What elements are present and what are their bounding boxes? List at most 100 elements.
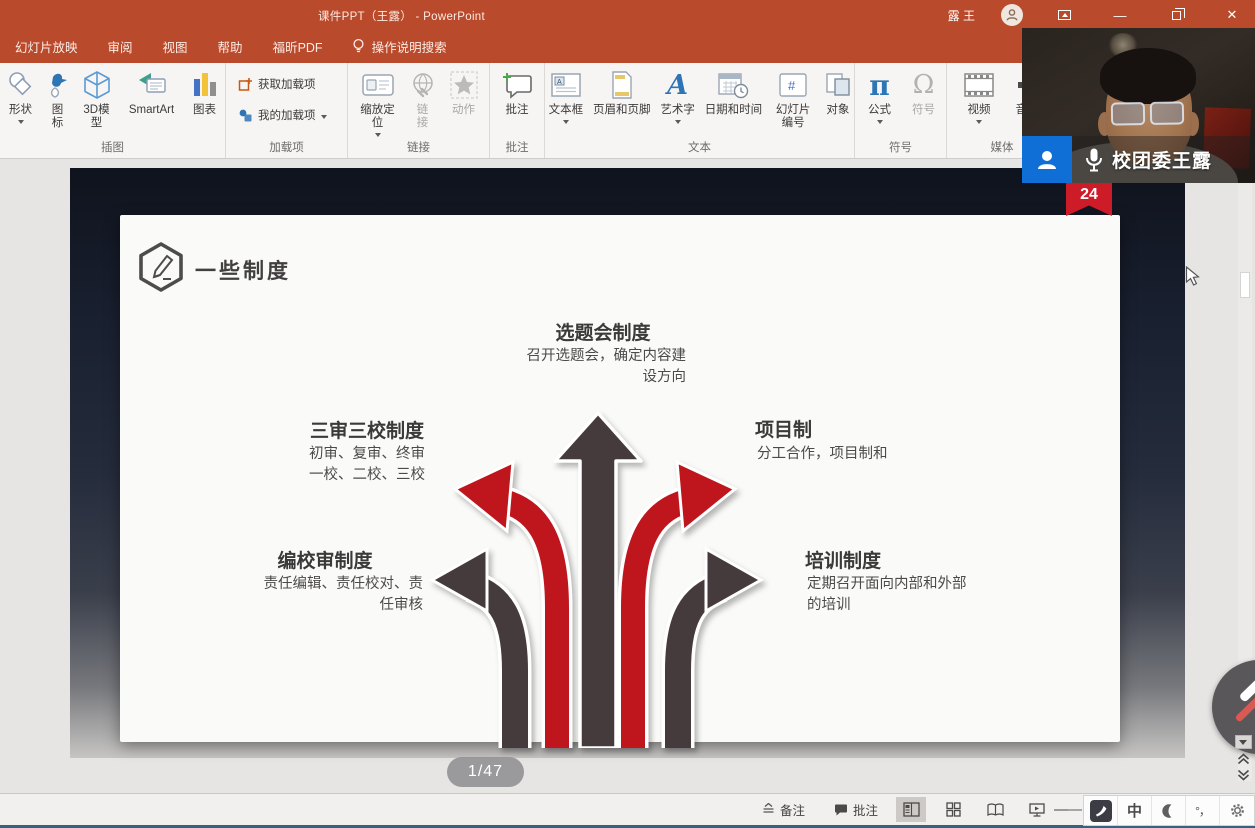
zoom-out-button[interactable]: — — [1054, 794, 1069, 825]
node-title: 选题会制度 — [505, 318, 701, 345]
participant-tile-button[interactable] — [1022, 136, 1072, 183]
notes-toggle[interactable]: 备注 — [762, 794, 805, 825]
ime-language-button[interactable]: 中 — [1118, 796, 1152, 825]
microphone-icon[interactable] — [1084, 147, 1104, 173]
previous-slide-button[interactable] — [1237, 753, 1250, 765]
ime-logo-button[interactable] — [1084, 796, 1118, 825]
tab-slideshow[interactable]: 幻灯片放映 — [0, 30, 93, 63]
dropdown-icon — [976, 120, 982, 124]
group-label-symbols: 符号 — [855, 139, 946, 155]
node-title: 培训制度 — [805, 546, 1025, 573]
textbox-icon: A — [550, 68, 582, 102]
shapes-icon — [6, 68, 36, 102]
restore-icon — [1172, 11, 1181, 20]
slide-content-panel[interactable]: 一些制度 — [120, 215, 1120, 742]
ime-fullwidth-button[interactable] — [1152, 796, 1186, 825]
tab-help[interactable]: 帮助 — [203, 30, 258, 63]
node-training-desc: 定期召开面向内部和外部的培训 — [807, 574, 1027, 616]
object-icon — [824, 68, 852, 102]
zoom-slider[interactable] — [1068, 809, 1082, 811]
dropdown-icon — [321, 115, 327, 119]
group-label-comments: 批注 — [490, 139, 544, 155]
get-addins-button[interactable]: 获取加载项 — [238, 73, 316, 95]
webcam-overlay[interactable]: 校团委王露 — [1022, 28, 1255, 183]
triangle-down-icon — [1239, 740, 1247, 745]
tab-review[interactable]: 审阅 — [93, 30, 148, 63]
ribbon-display-options-button[interactable] — [1049, 2, 1079, 28]
powerpoint-window: 课件PPT（王露） - PowerPoint 露 王 — ✕ 幻灯片放映 审阅 … — [0, 0, 1255, 828]
dropdown-icon — [375, 133, 381, 137]
participant-icon — [1034, 147, 1060, 173]
node-project-system[interactable]: 项目制 — [755, 415, 975, 442]
dropdown-icon — [675, 120, 681, 124]
title-bar: 课件PPT（王露） - PowerPoint 露 王 — ✕ — [0, 0, 1255, 30]
group-label-addins: 加载项 — [226, 139, 347, 155]
comment-icon — [834, 803, 848, 816]
lightbulb-icon — [352, 38, 365, 55]
node-edit-review[interactable]: 编校审制度 — [225, 546, 425, 573]
group-label-illustrations: 插图 — [0, 139, 225, 155]
close-button[interactable]: ✕ — [1217, 2, 1247, 28]
notes-icon — [762, 803, 775, 816]
new-comment-icon — [501, 68, 533, 102]
node-training[interactable]: 培训制度 — [805, 546, 1025, 573]
equation-icon: π — [869, 68, 890, 102]
scrollbar-thumb[interactable] — [1240, 272, 1250, 298]
group-symbols: π 公式 Ω 符号 符号 — [855, 63, 947, 158]
pencil-hexagon-icon — [136, 241, 186, 293]
scroll-down-button[interactable] — [1235, 735, 1252, 749]
window-title: 课件PPT（王露） - PowerPoint — [318, 8, 485, 24]
account-name[interactable]: 露 王 — [948, 7, 975, 24]
node-title: 编校审制度 — [225, 546, 425, 573]
avatar[interactable] — [1001, 4, 1023, 26]
minimize-button[interactable]: — — [1105, 2, 1135, 28]
normal-view-button[interactable] — [896, 797, 926, 822]
dropdown-icon — [563, 120, 569, 124]
symbol-icon: Ω — [913, 68, 935, 102]
my-addins-icon — [238, 108, 253, 123]
datetime-icon — [717, 68, 749, 102]
editing-area: 一些制度 — [0, 159, 1255, 793]
ime-logo-icon — [1090, 800, 1112, 822]
slide-number-icon: # — [778, 68, 808, 102]
slide-sorter-view-button[interactable] — [938, 797, 968, 822]
tab-view[interactable]: 视图 — [148, 30, 203, 63]
node-title: 三审三校制度 — [267, 416, 467, 443]
get-addins-icon — [238, 77, 253, 92]
comments-toggle[interactable]: 批注 — [834, 794, 878, 825]
reading-view-button[interactable] — [980, 797, 1010, 822]
video-icon — [963, 68, 995, 102]
grid-view-icon — [946, 802, 961, 817]
3d-model-icon — [81, 68, 113, 102]
presenter-glasses — [1111, 101, 1184, 125]
group-label-text: 文本 — [545, 139, 854, 155]
ime-settings-button[interactable] — [1220, 796, 1254, 825]
ime-punctuation-button[interactable]: °， — [1186, 796, 1220, 825]
node-project-system-desc: 分工合作，项目制和 — [757, 444, 977, 465]
my-addins-button[interactable]: 我的加载项 — [238, 104, 327, 126]
svg-text:#: # — [788, 78, 796, 93]
person-icon — [1005, 8, 1019, 22]
node-edit-review-desc: 责任编辑、责任校对、责任审核 — [243, 574, 423, 616]
node-topic-meeting-desc: 召开选题会，确定内容建设方向 — [480, 346, 686, 388]
svg-text:A: A — [557, 79, 562, 86]
icons-bird-icon — [43, 68, 73, 102]
normal-view-icon — [903, 802, 920, 817]
node-three-review[interactable]: 三审三校制度 — [267, 416, 467, 443]
tab-foxit-pdf[interactable]: 福昕PDF — [258, 30, 338, 63]
group-illustrations: 形状 图标 3D模型 SmartArt — [0, 63, 226, 158]
slideshow-view-button[interactable] — [1022, 797, 1052, 822]
group-text: A 文本框 页眉和页脚 A 艺术字 日期和时间 — [545, 63, 855, 158]
arrows-diagram[interactable] — [425, 403, 765, 748]
wordart-icon: A — [667, 68, 688, 102]
tell-me-search[interactable]: 操作说明搜索 — [352, 37, 447, 56]
group-links: 缩放定位 链接 动作 链接 — [348, 63, 490, 158]
chart-icon — [191, 68, 219, 102]
restore-button[interactable] — [1161, 2, 1191, 28]
arrow-dark-right — [678, 549, 761, 748]
node-topic-meeting[interactable]: 选题会制度 — [505, 318, 701, 345]
next-slide-button[interactable] — [1237, 769, 1250, 781]
node-title: 项目制 — [755, 415, 975, 442]
action-star-icon — [449, 68, 479, 102]
moon-icon — [1161, 803, 1177, 819]
